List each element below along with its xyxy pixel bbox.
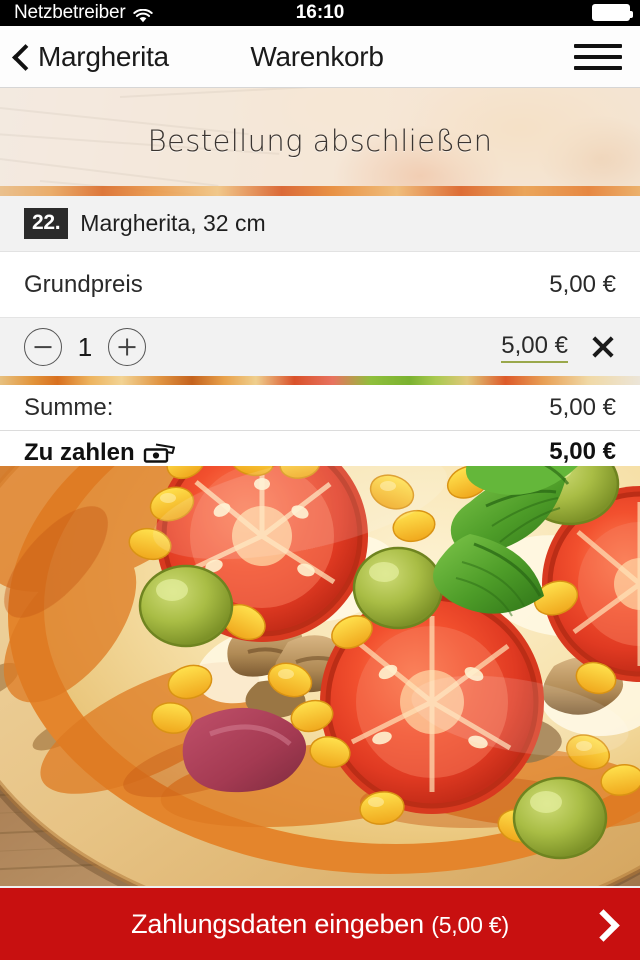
quantity-row: 1 5,00 € — [0, 318, 640, 376]
line-total-value: 5,00 € — [501, 332, 568, 363]
menu-bar-3 — [574, 65, 622, 70]
enter-payment-data-button[interactable]: Zahlungsdaten eingeben (5,00 €) — [0, 886, 640, 960]
base-price-value: 5,00 € — [549, 270, 616, 298]
summary-label: Summe: — [24, 393, 114, 421]
close-x-icon[interactable] — [590, 334, 616, 360]
base-price-row: Grundpreis 5,00 € — [0, 252, 640, 318]
banner-bottom-accent — [0, 186, 640, 196]
scrolled-photo-sliver — [0, 376, 640, 385]
plus-circle-icon[interactable] — [108, 328, 146, 366]
summary-value: 5,00 € — [549, 393, 616, 421]
quantity-stepper: 1 — [24, 328, 146, 366]
cta-amount: (5,00 €) — [431, 911, 509, 938]
battery-full-icon — [592, 4, 633, 21]
checkout-banner: Bestellung abschließen — [0, 88, 640, 196]
back-button[interactable]: Margherita — [12, 41, 169, 73]
back-button-label: Margherita — [38, 40, 169, 72]
menu-bar-1 — [574, 43, 622, 48]
pizza-photo — [0, 466, 640, 886]
summary-row: Summe: 5,00 € — [0, 385, 640, 431]
cart-item-header-row[interactable]: 22. Margherita, 32 cm — [0, 196, 640, 252]
cash-banknote-icon — [143, 442, 177, 464]
app-root: Netzbetreiber 16:10 Margherita Warenkorb — [0, 0, 640, 960]
cta-label-group: Zahlungsdaten eingeben (5,00 €) — [131, 909, 509, 940]
base-price-label: Grundpreis — [24, 270, 143, 298]
item-number-badge: 22. — [24, 208, 69, 239]
minus-circle-icon[interactable] — [24, 328, 62, 366]
chevron-left-icon — [12, 42, 32, 72]
status-bar-right — [592, 4, 633, 21]
clock-label: 16:10 — [295, 2, 345, 23]
to-pay-value: 5,00 € — [549, 438, 616, 469]
cart-list: 22. Margherita, 32 cm Grundpreis 5,00 € … — [0, 196, 640, 475]
chevron-right-icon — [592, 907, 614, 941]
to-pay-label: Zu zahlen — [24, 439, 135, 466]
item-name-label: Margherita, 32 cm — [80, 210, 266, 236]
menu-bar-2 — [574, 54, 622, 59]
banner-title: Bestellung abschließen — [147, 124, 493, 158]
to-pay-label-group: Zu zahlen — [24, 439, 177, 467]
status-bar: Netzbetreiber 16:10 — [0, 0, 640, 26]
hamburger-menu-icon[interactable] — [574, 39, 622, 75]
navigation-bar: Margherita Warenkorb — [0, 26, 640, 88]
quantity-value: 1 — [77, 331, 93, 362]
cta-label: Zahlungsdaten eingeben — [131, 908, 424, 939]
